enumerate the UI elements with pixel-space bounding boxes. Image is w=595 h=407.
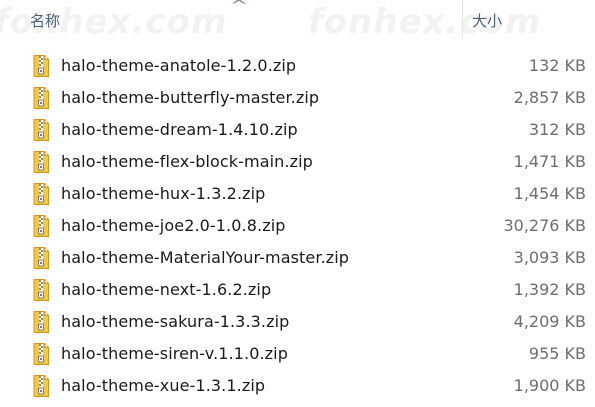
file-size: 1,454 KB bbox=[513, 184, 586, 203]
file-name: halo-theme-sakura-1.3.3.zip bbox=[61, 312, 290, 331]
file-size: 4,209 KB bbox=[513, 312, 586, 331]
zip-archive-icon bbox=[33, 311, 49, 333]
zip-archive-icon bbox=[33, 215, 49, 237]
file-name: halo-theme-xue-1.3.1.zip bbox=[61, 376, 266, 395]
file-name: halo-theme-anatole-1.2.0.zip bbox=[61, 56, 297, 75]
size-column-header[interactable]: 大小 bbox=[472, 10, 502, 31]
zip-archive-icon bbox=[33, 87, 49, 109]
file-row[interactable]: halo-theme-hux-1.3.2.zip 1,454 KB bbox=[0, 179, 595, 211]
zip-archive-icon bbox=[33, 247, 49, 269]
file-size: 3,093 KB bbox=[513, 248, 586, 267]
file-size: 1,471 KB bbox=[513, 152, 586, 171]
file-row[interactable]: halo-theme-anatole-1.2.0.zip 132 KB bbox=[0, 51, 595, 83]
column-header: 名称 ^ 大小 bbox=[0, 0, 595, 40]
sort-ascending-icon: ^ bbox=[230, 0, 248, 14]
file-name: halo-theme-MaterialYour-master.zip bbox=[61, 248, 350, 267]
zip-archive-icon bbox=[33, 55, 49, 77]
file-name: halo-theme-siren-v.1.1.0.zip bbox=[61, 344, 288, 363]
file-row[interactable]: halo-theme-sakura-1.3.3.zip 4,209 KB bbox=[0, 307, 595, 339]
zip-archive-icon bbox=[33, 279, 49, 301]
zip-archive-icon bbox=[33, 375, 49, 397]
file-row[interactable]: halo-theme-flex-block-main.zip 1,471 KB bbox=[0, 147, 595, 179]
file-row[interactable]: halo-theme-xue-1.3.1.zip 1,900 KB bbox=[0, 371, 595, 403]
file-list: halo-theme-anatole-1.2.0.zip 132 KB halo… bbox=[0, 51, 595, 403]
file-row[interactable]: halo-theme-joe2.0-1.0.8.zip 30,276 KB bbox=[0, 211, 595, 243]
file-size: 1,392 KB bbox=[513, 280, 586, 299]
zip-archive-icon bbox=[33, 119, 49, 141]
file-row[interactable]: halo-theme-next-1.6.2.zip 1,392 KB bbox=[0, 275, 595, 307]
file-row[interactable]: halo-theme-butterfly-master.zip 2,857 KB bbox=[0, 83, 595, 115]
file-name: halo-theme-dream-1.4.10.zip bbox=[61, 120, 298, 139]
file-name: halo-theme-hux-1.3.2.zip bbox=[61, 184, 266, 203]
file-explorer-window: fonhex.com fonhex.com 名称 ^ 大小 halo-theme… bbox=[0, 0, 595, 407]
zip-archive-icon bbox=[33, 151, 49, 173]
column-divider[interactable] bbox=[462, 0, 463, 38]
file-name: halo-theme-joe2.0-1.0.8.zip bbox=[61, 216, 286, 235]
file-row[interactable]: halo-theme-dream-1.4.10.zip 312 KB bbox=[0, 115, 595, 147]
zip-archive-icon bbox=[33, 343, 49, 365]
file-size: 30,276 KB bbox=[503, 216, 586, 235]
file-name: halo-theme-next-1.6.2.zip bbox=[61, 280, 272, 299]
file-size: 312 KB bbox=[528, 120, 586, 139]
file-size: 132 KB bbox=[528, 56, 586, 75]
file-name: halo-theme-butterfly-master.zip bbox=[61, 88, 320, 107]
file-row[interactable]: halo-theme-MaterialYour-master.zip 3,093… bbox=[0, 243, 595, 275]
file-size: 1,900 KB bbox=[513, 376, 586, 395]
file-size: 955 KB bbox=[528, 344, 586, 363]
file-size: 2,857 KB bbox=[513, 88, 586, 107]
file-name: halo-theme-flex-block-main.zip bbox=[61, 152, 313, 171]
zip-archive-icon bbox=[33, 183, 49, 205]
file-row[interactable]: halo-theme-siren-v.1.1.0.zip 955 KB bbox=[0, 339, 595, 371]
name-column-header[interactable]: 名称 bbox=[30, 10, 60, 31]
